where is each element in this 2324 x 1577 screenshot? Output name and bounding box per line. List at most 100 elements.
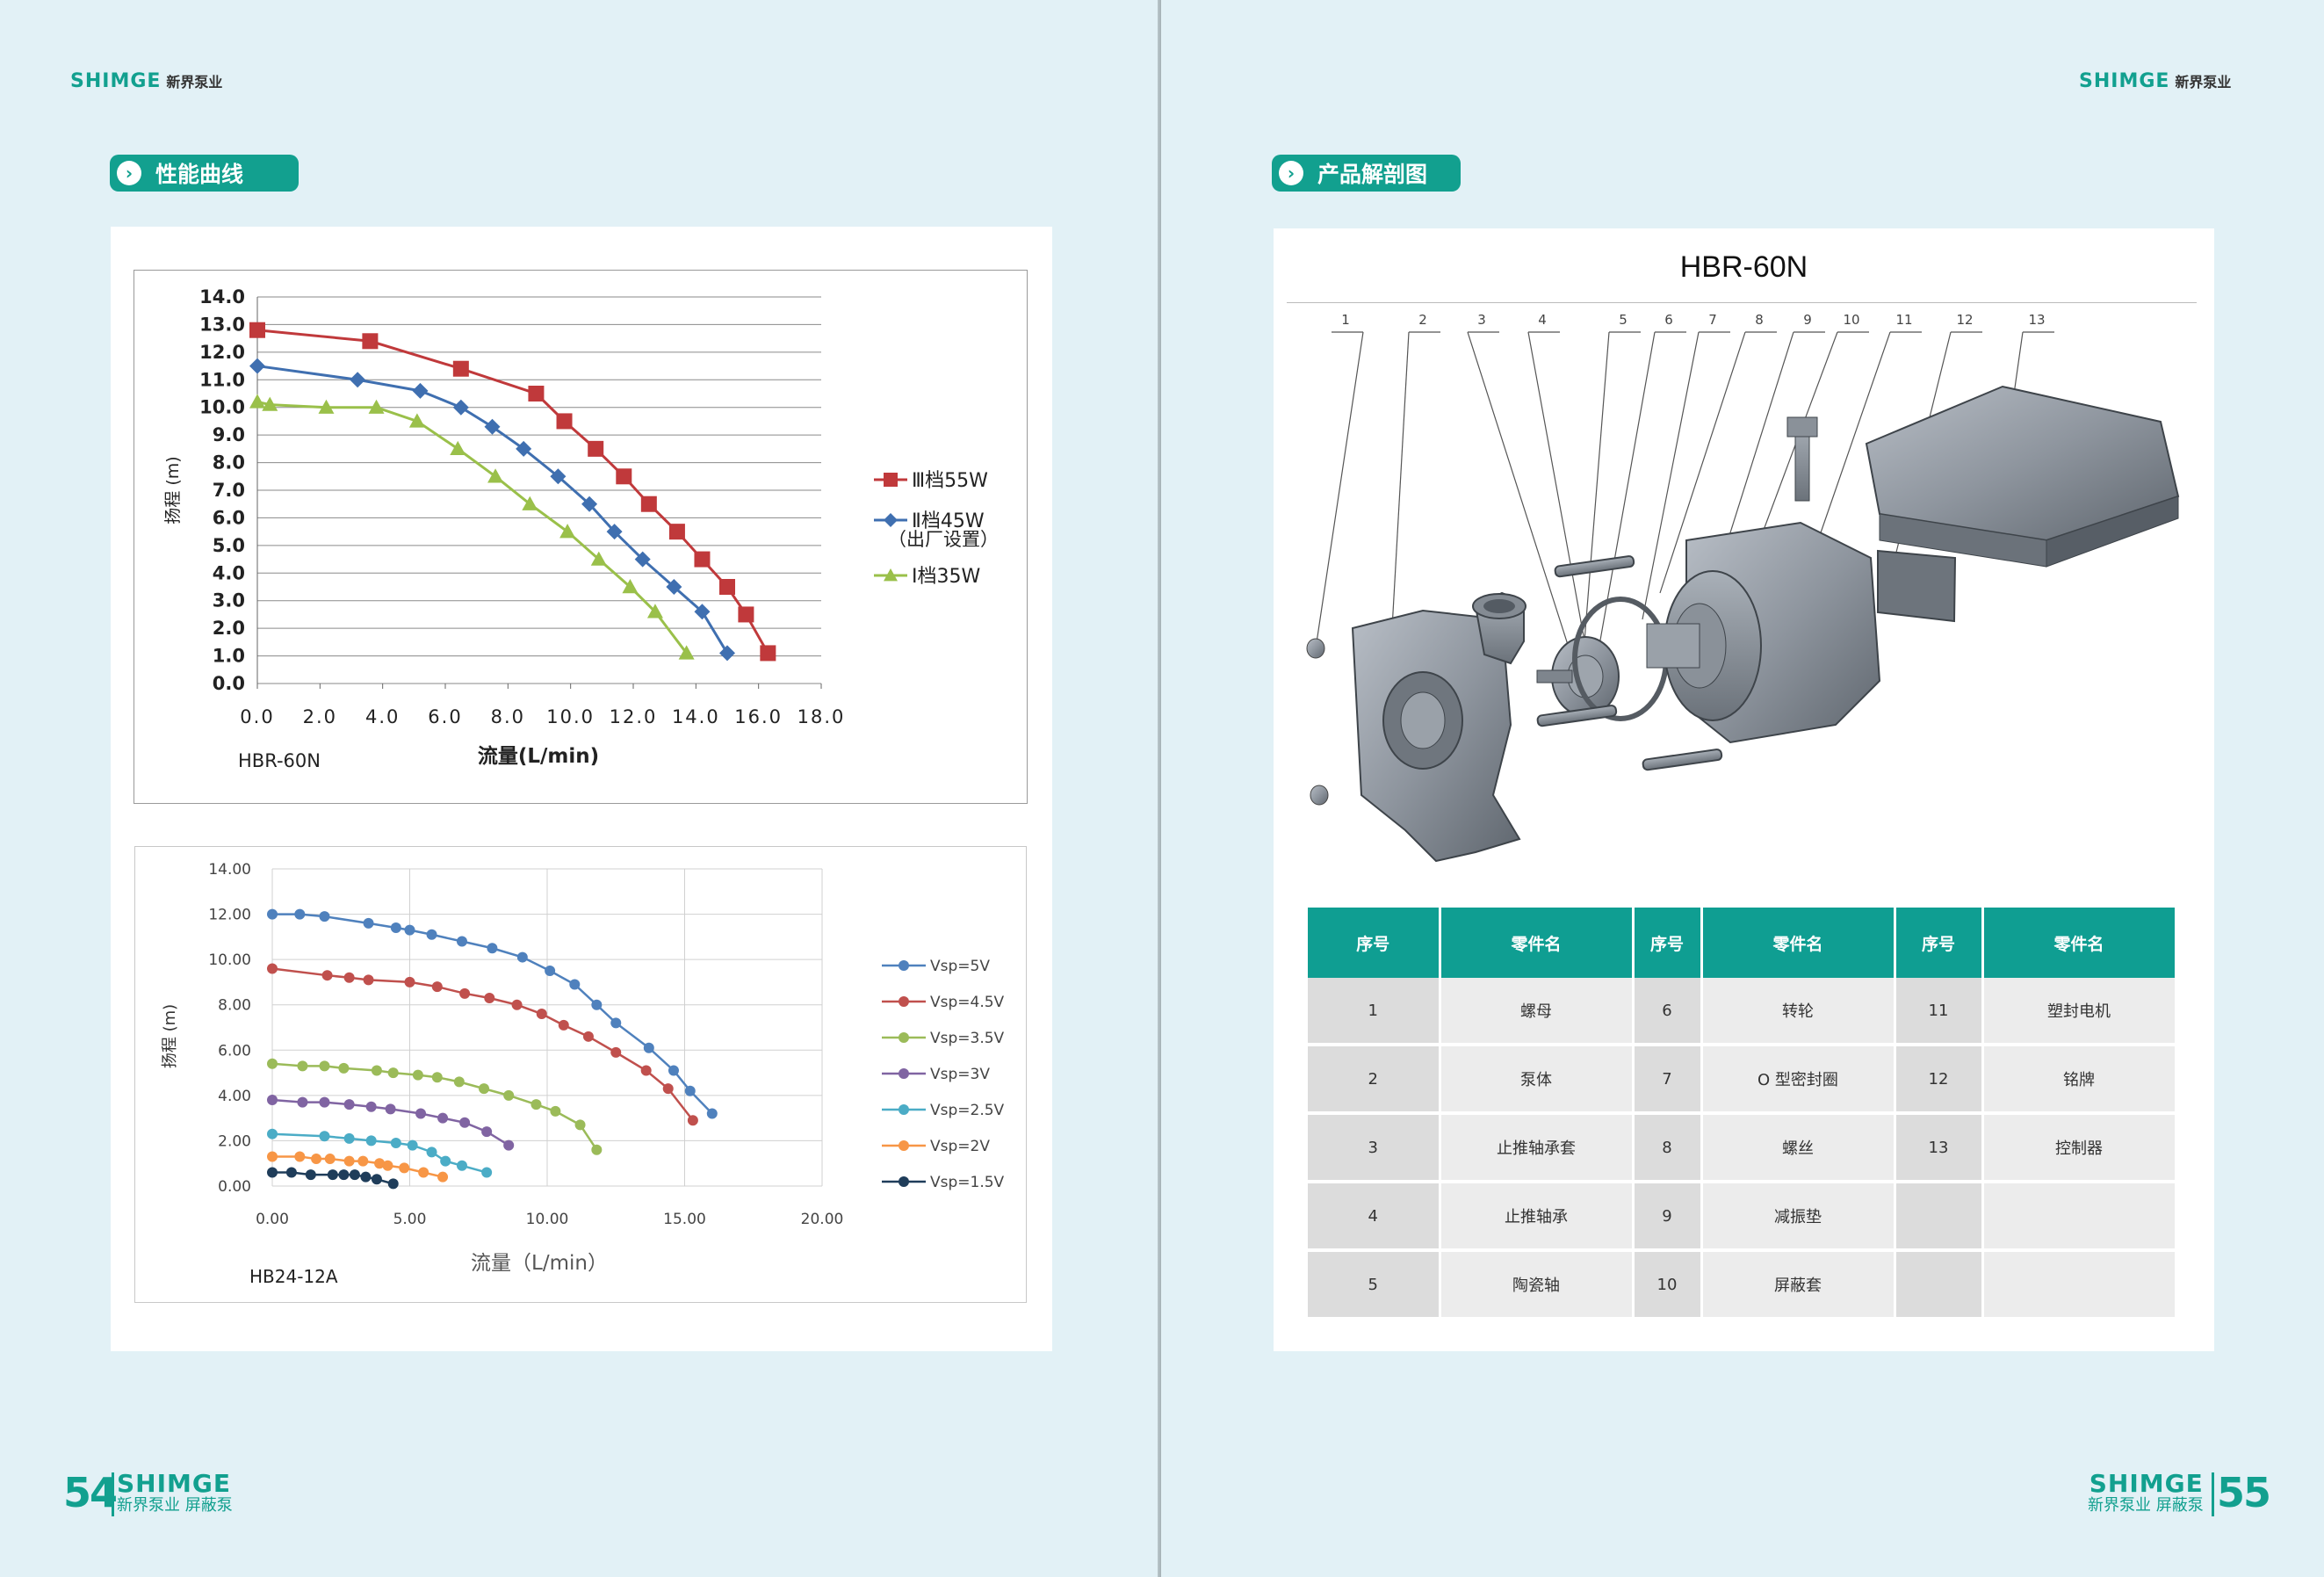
table-row: 3 止推轴承套 8 螺丝 13 控制器 bbox=[1308, 1113, 2177, 1183]
model-label: HB24-12A bbox=[249, 1266, 338, 1287]
legend-label: Vsp=2.5V bbox=[930, 1102, 1005, 1119]
data-point bbox=[556, 413, 573, 430]
x-tick-label: 2.0 bbox=[303, 706, 337, 727]
data-point bbox=[407, 1139, 418, 1151]
callout-label: 12 bbox=[1956, 312, 1973, 328]
data-point bbox=[324, 1154, 336, 1165]
part-motor bbox=[1646, 416, 1881, 744]
data-point bbox=[487, 943, 498, 954]
data-point bbox=[418, 1167, 429, 1178]
data-point bbox=[453, 1076, 465, 1088]
y-tick-label: 8.00 bbox=[218, 997, 251, 1015]
callout-label: 11 bbox=[1895, 312, 1912, 328]
x-tick-label: 10.0 bbox=[546, 706, 595, 727]
data-point bbox=[530, 1099, 542, 1110]
x-tick-label: 12.0 bbox=[610, 706, 658, 727]
data-point bbox=[387, 1067, 399, 1079]
y-tick-label: 6.0 bbox=[213, 507, 245, 528]
data-point bbox=[558, 1019, 569, 1031]
part-nameplate bbox=[1877, 549, 1957, 623]
data-point bbox=[267, 1095, 278, 1106]
data-point bbox=[899, 1176, 909, 1187]
y-tick-label: 1.0 bbox=[213, 646, 245, 667]
y-tick-label: 0.00 bbox=[218, 1178, 251, 1196]
data-point bbox=[305, 1169, 316, 1181]
data-point bbox=[479, 1083, 490, 1095]
data-point bbox=[536, 1009, 547, 1020]
chevron-right-icon: › bbox=[117, 161, 141, 185]
part-name-cell: 减振垫 bbox=[1701, 1182, 1896, 1252]
legend-label: Vsp=5V bbox=[930, 958, 990, 975]
part-name-cell: 止推轴承 bbox=[1440, 1182, 1635, 1252]
parts-table: 序号 零件名 序号 零件名 序号 零件名 1 螺母 6 转轮 11 塑封电机 2 泵体 7 O 型… bbox=[1308, 908, 2177, 1320]
data-point bbox=[487, 468, 504, 483]
footer-brand-right: SHIMGE 新界泵业 屏蔽泵 bbox=[2088, 1472, 2204, 1516]
data-point bbox=[327, 1169, 338, 1181]
part-name-cell: 螺母 bbox=[1440, 978, 1635, 1046]
data-point bbox=[382, 1160, 393, 1171]
section-tag-performance: › 性能曲线 bbox=[110, 155, 299, 192]
chart-hb24-frame: 0.00 2.00 4.00 6.00 8.00 10.00 12.00 14.00 0.00 5… bbox=[134, 846, 1027, 1303]
legend-label: Vsp=3.5V bbox=[930, 1030, 1005, 1047]
data-point bbox=[363, 917, 374, 929]
data-point bbox=[249, 358, 265, 374]
data-point bbox=[350, 372, 366, 388]
footer-brand-name: SHIMGE bbox=[2089, 1469, 2204, 1498]
data-point bbox=[760, 645, 776, 662]
data-point bbox=[452, 360, 469, 377]
col-header: 序号 bbox=[1308, 908, 1441, 978]
x-axis-label: 流量(L/min) bbox=[478, 744, 599, 768]
section-label: 性能曲线 bbox=[155, 162, 244, 187]
series-line bbox=[256, 400, 688, 655]
part-number-cell: 4 bbox=[1308, 1182, 1441, 1252]
data-point bbox=[267, 1058, 278, 1069]
data-point bbox=[550, 1105, 561, 1117]
data-point bbox=[390, 1138, 401, 1149]
x-tick-label: 4.0 bbox=[365, 706, 400, 727]
part-name-cell: 止推轴承套 bbox=[1440, 1113, 1635, 1183]
data-point bbox=[719, 579, 735, 595]
data-point bbox=[643, 1042, 654, 1053]
y-tick-label: 12.00 bbox=[208, 907, 251, 924]
callout-label: 5 bbox=[1619, 312, 1628, 328]
data-point bbox=[694, 551, 711, 568]
part-name-cell: 螺丝 bbox=[1701, 1113, 1896, 1183]
section-tag-exploded-view: › 产品解剖图 bbox=[1272, 155, 1461, 192]
data-point bbox=[267, 963, 278, 974]
data-point bbox=[481, 1126, 493, 1138]
x-tick-label: 20.00 bbox=[801, 1211, 844, 1228]
chevron-right-icon: › bbox=[1279, 161, 1303, 185]
x-tick-label: 5.00 bbox=[393, 1211, 427, 1228]
part-name-cell bbox=[1982, 1250, 2177, 1320]
data-point bbox=[437, 1171, 449, 1183]
data-point bbox=[437, 1112, 449, 1124]
callout-label: 10 bbox=[1843, 312, 1859, 328]
data-point bbox=[390, 922, 401, 934]
y-tick-label: 10.00 bbox=[208, 951, 251, 969]
part-number-cell: 11 bbox=[1895, 978, 1984, 1046]
data-point bbox=[640, 1065, 652, 1076]
y-axis-label: 扬程 (m) bbox=[161, 1004, 179, 1068]
data-point bbox=[610, 1017, 622, 1029]
data-point bbox=[399, 1162, 410, 1174]
legend-label: Vsp=2V bbox=[930, 1138, 990, 1155]
callout-label: 4 bbox=[1538, 312, 1547, 328]
data-point bbox=[311, 1154, 322, 1165]
exploded-diagram: 1 2 3 4 5 6 7 8 9 10 11 12 13 bbox=[1306, 312, 2180, 863]
data-point bbox=[343, 1155, 355, 1167]
part-number-cell bbox=[1895, 1250, 1984, 1320]
brand-name: SHIMGE bbox=[70, 70, 162, 92]
chart-hbr60n-frame: 0.0 1.0 2.0 3.0 4.0 5.0 6.0 7.0 8.0 9.0 10.0 11.0 12… bbox=[134, 270, 1028, 804]
data-point bbox=[267, 1128, 278, 1139]
y-tick-label: 10.0 bbox=[199, 397, 245, 418]
table-row: 2 泵体 7 O 型密封圈 12 铭牌 bbox=[1308, 1045, 2177, 1115]
callout-label: 1 bbox=[1341, 312, 1350, 328]
data-point bbox=[899, 1068, 909, 1079]
x-tick-label: 0.0 bbox=[240, 706, 274, 727]
data-point bbox=[616, 468, 632, 485]
data-point bbox=[687, 1115, 698, 1126]
data-point bbox=[588, 440, 604, 457]
callout-leader bbox=[1527, 331, 1586, 647]
data-point bbox=[343, 1132, 355, 1144]
part-controller bbox=[1865, 385, 2180, 568]
